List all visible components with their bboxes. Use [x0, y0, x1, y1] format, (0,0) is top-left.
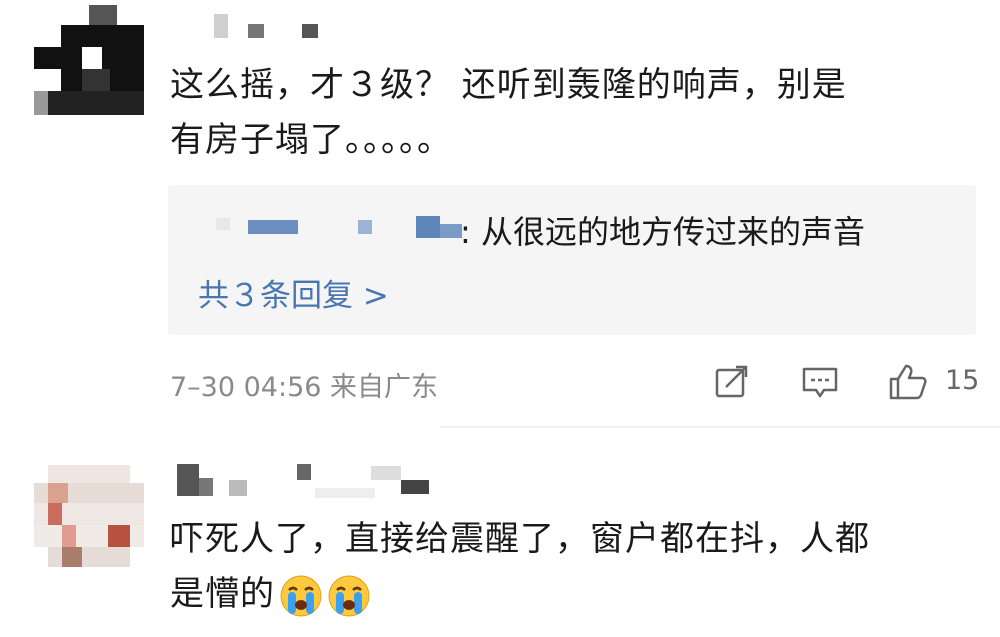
reply-username-mosaic — [216, 216, 462, 238]
username[interactable] — [210, 12, 330, 38]
comment-text-line: 有房子塌了。。。。。 — [170, 120, 452, 160]
comment-meta: 7–30 04:56 来自广东 — [170, 372, 439, 403]
share-button[interactable] — [712, 362, 752, 402]
divider — [440, 426, 1000, 428]
view-replies-link[interactable]: 共３条回复 > — [198, 270, 389, 315]
comment-text: 吓死人了，直接给震醒了，窗户都在抖，人都 是懵的 — [170, 512, 870, 622]
comment-text: 这么摇，才３级？ 还听到轰隆的响声，别是 有房子塌了。。。。。 — [170, 58, 847, 168]
avatar-image — [34, 465, 144, 575]
thumb-up-icon — [889, 364, 927, 400]
comment-text-line: 这么摇，才３级？ 还听到轰隆的响声，别是 — [170, 65, 847, 105]
reply-text: : 从很远的地方传过来的声音 — [460, 213, 865, 251]
avatar[interactable] — [34, 5, 144, 115]
username[interactable] — [175, 460, 445, 498]
like-button[interactable] — [888, 362, 928, 402]
avatar[interactable] — [34, 465, 144, 575]
reply-username[interactable] — [198, 210, 468, 240]
like-count: 15 — [945, 365, 980, 396]
comment-text-line: 吓死人了，直接给震醒了，窗户都在抖，人都 — [170, 519, 870, 559]
comment-button[interactable] — [800, 362, 840, 402]
comment-text-fragment: 是懵的 — [170, 574, 275, 614]
comment-icon — [802, 367, 838, 398]
share-icon — [715, 365, 748, 398]
comment-text-line: 是懵的 — [170, 567, 870, 622]
username-mosaic — [177, 464, 429, 498]
username-mosaic — [214, 14, 318, 38]
crying-emoji-icon — [328, 575, 370, 616]
reply-box[interactable]: : 从很远的地方传过来的声音 共３条回复 > — [168, 185, 976, 335]
crying-emoji-icon — [280, 575, 322, 616]
avatar-image — [34, 5, 144, 115]
